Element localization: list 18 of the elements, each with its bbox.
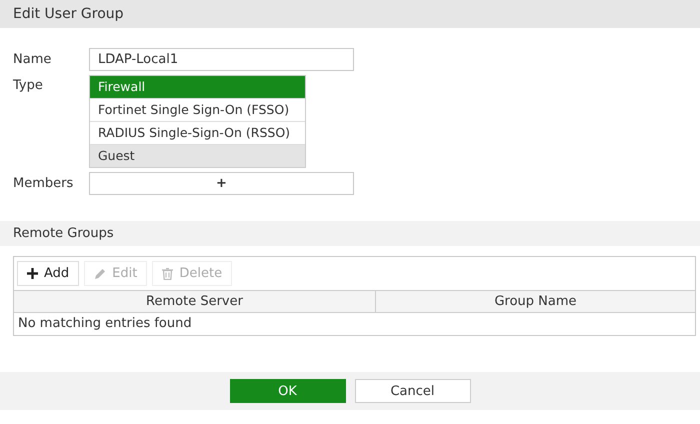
members-label: Members	[13, 174, 74, 192]
section-title: Remote Groups	[13, 226, 114, 241]
type-option[interactable]: Guest	[90, 145, 305, 167]
type-option[interactable]: Firewall	[90, 76, 305, 99]
name-field[interactable]: LDAP-Local1	[89, 48, 354, 71]
type-label: Type	[13, 77, 44, 95]
name-label: Name	[13, 50, 52, 68]
add-button[interactable]: Add	[17, 261, 80, 286]
cancel-button[interactable]: Cancel	[354, 379, 470, 403]
dialog-title: Edit User Group	[13, 6, 124, 22]
members-add-field[interactable]: +	[89, 172, 354, 195]
trash-icon	[162, 268, 174, 280]
column-header[interactable]: Group Name	[376, 291, 695, 312]
plus-icon	[27, 268, 38, 279]
empty-message: No matching entries found	[17, 315, 193, 333]
column-header[interactable]: Remote Server	[14, 291, 376, 312]
pencil-icon	[94, 268, 106, 280]
ok-button[interactable]: OK	[230, 379, 346, 403]
